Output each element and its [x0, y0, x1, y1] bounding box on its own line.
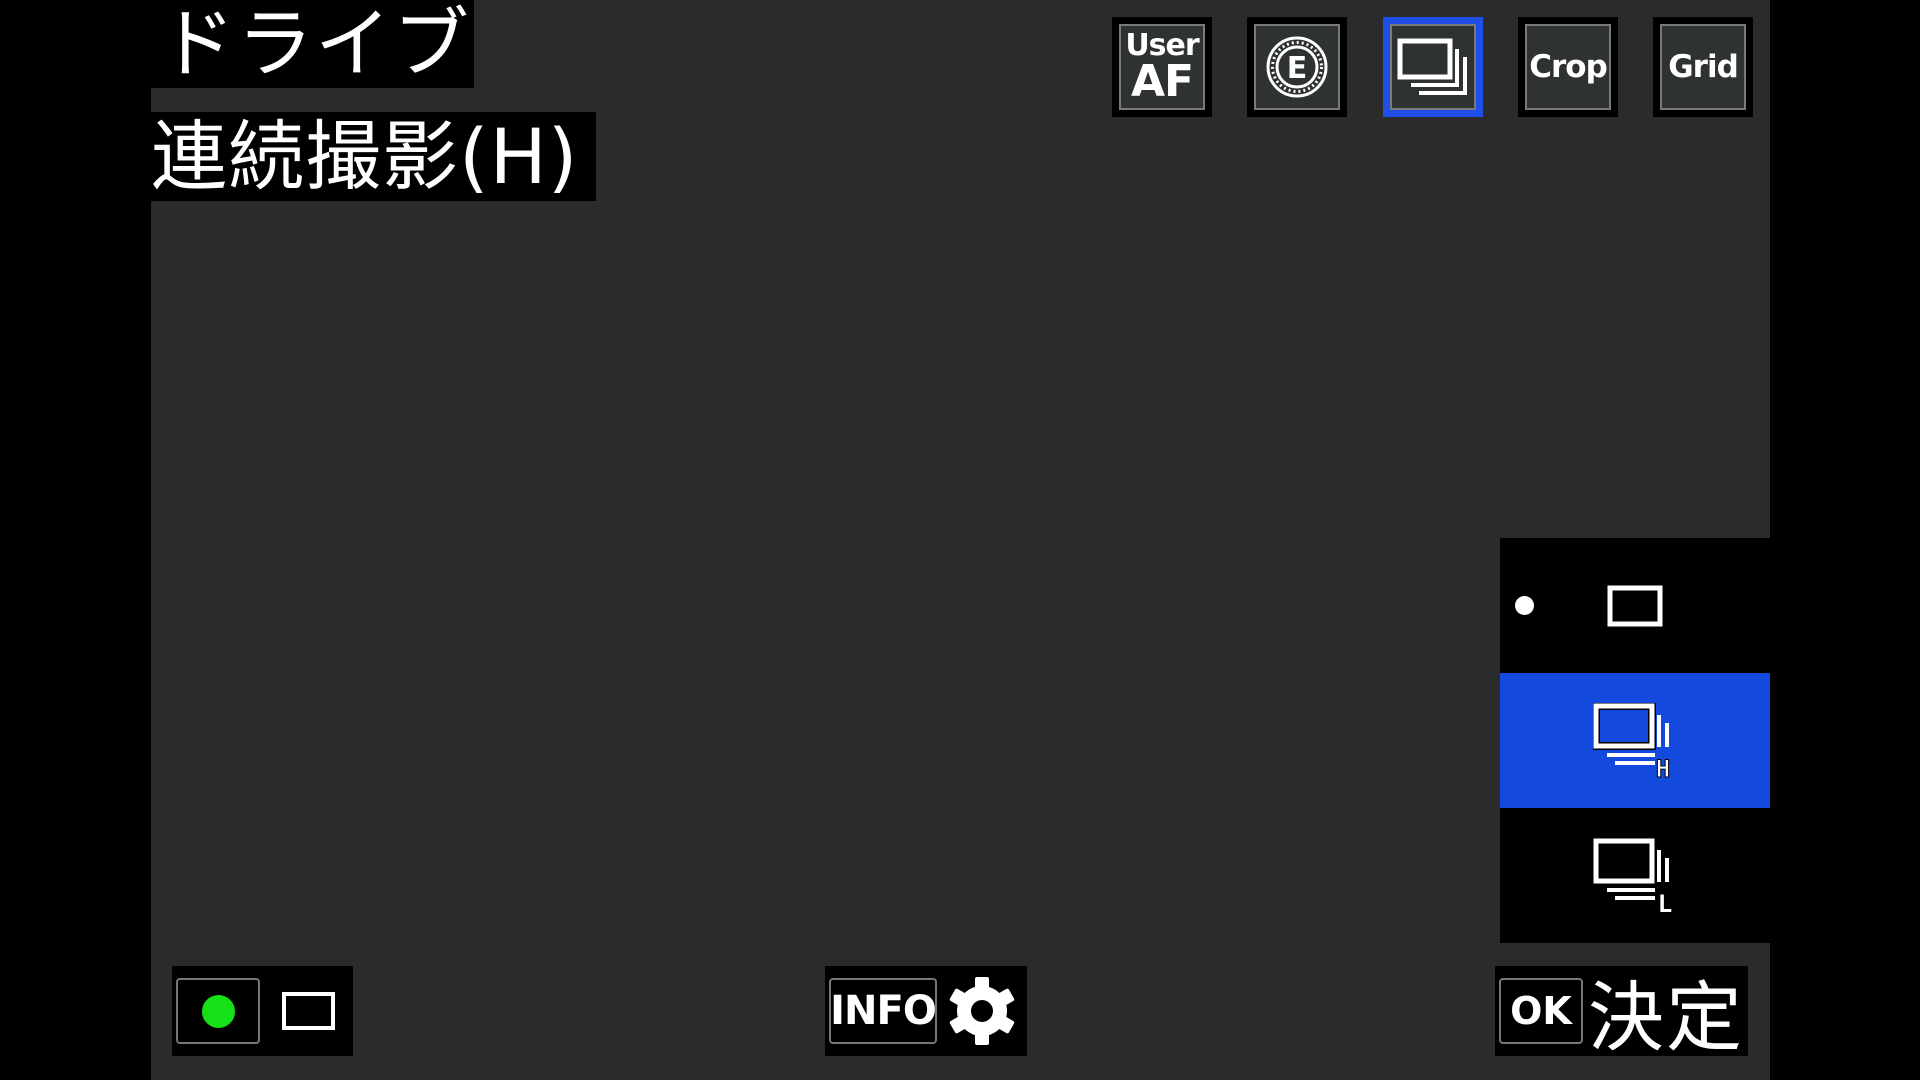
record-indicator-icon	[201, 994, 235, 1028]
drive-options-panel: H L	[1500, 538, 1770, 943]
crop-label: Crop	[1529, 49, 1608, 85]
info-label: INFO	[830, 988, 937, 1034]
confirm-label: 決定	[1588, 973, 1744, 1062]
continuous-low-badge: L	[1658, 890, 1672, 914]
continuous-high-icon: H	[1593, 702, 1671, 779]
continuous-high-badge: H	[1656, 755, 1670, 779]
exposure-mode-button[interactable]: E	[1247, 17, 1347, 117]
info-button[interactable]: INFO	[829, 978, 937, 1044]
current-setting-dot	[1515, 596, 1534, 615]
option-continuous-high[interactable]: H	[1500, 673, 1770, 808]
confirm-group: OK 決定	[1495, 966, 1748, 1062]
user-af-line2: AF	[1130, 56, 1194, 107]
menu-title: ドライブ	[151, 0, 474, 88]
selected-mode-label: 連続撮影(H)	[151, 112, 596, 201]
option-single-shot[interactable]	[1500, 538, 1770, 673]
record-button[interactable]	[176, 978, 260, 1044]
continuous-low-icon: L	[1593, 838, 1672, 914]
gear-icon[interactable]	[945, 974, 1019, 1048]
grid-button[interactable]: Grid	[1653, 17, 1753, 117]
single-frame-icon	[1607, 585, 1663, 626]
user-af-button[interactable]: User AF	[1112, 17, 1212, 117]
e-circle-icon: E	[1266, 36, 1328, 98]
single-frame-icon	[282, 992, 335, 1030]
info-settings-group: INFO	[825, 966, 1027, 1056]
crop-button[interactable]: Crop	[1518, 17, 1618, 117]
svg-text:E: E	[1287, 51, 1308, 86]
ok-button[interactable]: OK	[1499, 978, 1583, 1044]
grid-label: Grid	[1668, 49, 1739, 85]
option-continuous-low[interactable]: L	[1500, 808, 1770, 943]
ok-key-label: OK	[1510, 989, 1572, 1033]
continuous-shooting-icon	[1397, 38, 1467, 95]
record-status-group	[172, 966, 353, 1056]
drive-mode-button[interactable]	[1383, 17, 1483, 117]
